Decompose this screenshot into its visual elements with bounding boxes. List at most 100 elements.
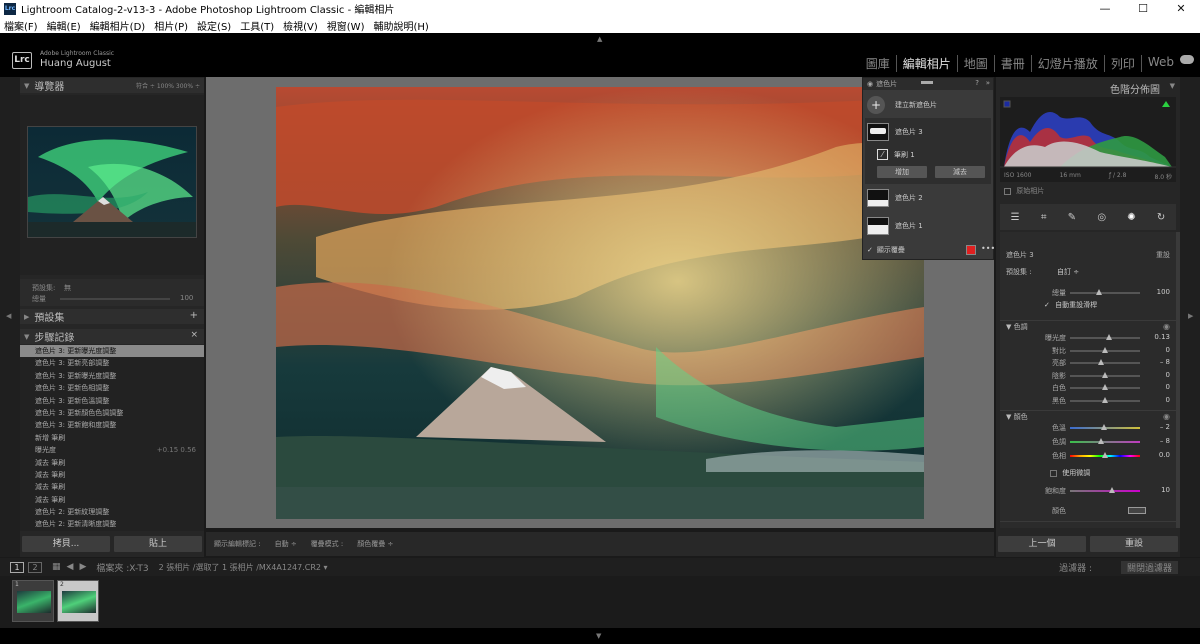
minimize-button[interactable]: —	[1086, 0, 1124, 17]
slider-thumb[interactable]	[1105, 334, 1112, 340]
right-panel-toggle-icon[interactable]: ▶	[1188, 312, 1193, 320]
presets-icon[interactable]: ↻	[1157, 212, 1165, 223]
show-edit-pins-dropdown[interactable]: 自動 ÷	[275, 539, 297, 549]
slider-thumb[interactable]	[1102, 371, 1108, 378]
slider-track[interactable]	[1070, 490, 1140, 492]
right-panel-scrollbar[interactable]	[1176, 232, 1180, 528]
history-item[interactable]: 遮色片 3: 更新曝光度調整	[20, 370, 204, 382]
checkbox-checked-icon[interactable]: ✓	[1044, 301, 1050, 309]
color-swatch[interactable]	[1128, 507, 1146, 514]
menu-window[interactable]: 視窗(W)	[327, 18, 365, 33]
slider-value[interactable]: – 2	[1160, 423, 1170, 431]
slider-thumb[interactable]	[1102, 396, 1108, 403]
history-header[interactable]: ▼ 步驟記錄 ×	[20, 329, 204, 344]
history-item[interactable]: 減去 筆刷	[20, 481, 204, 493]
original-photo-toggle[interactable]: 原始相片	[1004, 186, 1044, 196]
history-item[interactable]: 遮色片 3: 更新亮部調整	[20, 357, 204, 369]
slider-value[interactable]: 100	[1157, 288, 1170, 296]
slider-value[interactable]: 0.0	[1159, 451, 1170, 459]
collapse-panel-icon[interactable]: »	[986, 79, 990, 87]
add-preset-icon[interactable]: +	[190, 310, 198, 321]
drag-handle[interactable]	[921, 81, 933, 84]
presets-header[interactable]: ▶ 預設集 +	[20, 309, 204, 324]
crop-icon[interactable]: ⌗	[1041, 212, 1047, 223]
use-fine-row[interactable]: 使用微調	[1050, 468, 1090, 478]
forward-arrow-icon[interactable]: ▶	[79, 562, 86, 572]
slider-value[interactable]: – 8	[1160, 437, 1170, 445]
history-item[interactable]: 遮色片 3: 更新色溫調整	[20, 395, 204, 407]
view-2-button[interactable]: 2	[28, 561, 42, 573]
checkbox-unchecked-icon[interactable]	[1004, 187, 1011, 195]
module-map[interactable]: 地圖	[958, 55, 995, 72]
history-item[interactable]: 減去 筆刷	[20, 469, 204, 481]
mask-item-2[interactable]: 遮色片 2	[867, 189, 923, 207]
tone-header[interactable]: ▼ 色調	[1006, 322, 1028, 332]
history-item[interactable]: 減去 筆刷	[20, 494, 204, 506]
maximize-button[interactable]: ☐	[1124, 0, 1162, 17]
masking-icon[interactable]: ✺	[1127, 212, 1135, 223]
auto-reset-row[interactable]: ✓ 自動重設滑桿	[1044, 300, 1097, 310]
filmstrip-thumb-selected[interactable]: 2	[57, 580, 99, 622]
mask-preset-dropdown[interactable]: 自訂 ÷	[1057, 267, 1079, 277]
close-button[interactable]: ✕	[1162, 0, 1200, 17]
red-eye-icon[interactable]: ◎	[1097, 212, 1106, 223]
history-item[interactable]: 遮色片 2: 更新紋理調整	[20, 506, 204, 518]
history-item[interactable]: 曝光度 +0.15 0.56	[20, 444, 204, 456]
navigator-header[interactable]: ▼ 導覽器 符合 ÷ 100% 300% ÷	[20, 78, 204, 93]
menu-help[interactable]: 輔助說明(H)	[373, 18, 428, 33]
history-item[interactable]: 遮色片 3: 更新色相調整	[20, 382, 204, 394]
mask-reset-link[interactable]: 重設	[1156, 250, 1170, 260]
brush-item-1[interactable]: ⁄ 筆刷 1	[877, 149, 915, 160]
module-web[interactable]: Web	[1142, 55, 1180, 72]
slider-value[interactable]: 0	[1166, 396, 1170, 404]
checkbox-checked-icon[interactable]: ✓	[867, 246, 873, 254]
slider-value[interactable]: 0	[1166, 346, 1170, 354]
color-header[interactable]: ▼ 顏色	[1006, 412, 1028, 422]
module-slideshow[interactable]: 幻燈片播放	[1032, 55, 1105, 72]
slider-value[interactable]: 0	[1166, 383, 1170, 391]
clear-history-icon[interactable]: ×	[190, 330, 198, 340]
preset-amount-slider[interactable]	[60, 298, 170, 300]
menu-photo[interactable]: 相片(P)	[154, 18, 188, 33]
grid-view-icon[interactable]: ▦	[52, 562, 61, 572]
menu-view[interactable]: 檢視(V)	[283, 18, 318, 33]
more-options-icon[interactable]: •••	[981, 244, 995, 253]
selection-info[interactable]: 2 張相片 /選取了 1 張相片 /MX4A1247.CR2 ▾	[159, 562, 328, 573]
slider-thumb[interactable]	[1097, 438, 1104, 444]
copy-button[interactable]: 拷貝...	[22, 536, 110, 552]
history-item[interactable]: 遮色片 3: 更新曝光度調整	[20, 345, 204, 358]
mask-item-1[interactable]: 遮色片 1	[867, 217, 923, 235]
slider-track[interactable]	[1070, 441, 1140, 443]
filmstrip-toggle-icon[interactable]: ▼	[596, 632, 601, 640]
slider-thumb[interactable]	[1102, 346, 1108, 353]
eye-icon[interactable]: ◉	[1163, 322, 1170, 331]
create-new-mask-row[interactable]: + 建立新遮色片	[867, 96, 937, 114]
edit-sliders-icon[interactable]: ☰	[1011, 212, 1020, 223]
module-develop[interactable]: 編輯相片	[897, 55, 958, 72]
histogram-header[interactable]: 色階分佈圖 ▼	[996, 78, 1180, 96]
main-photo[interactable]	[276, 87, 924, 519]
slider-track[interactable]	[1070, 292, 1140, 294]
mask-item-3[interactable]: 遮色片 3	[867, 123, 923, 141]
slider-thumb[interactable]	[1109, 487, 1115, 493]
paste-button[interactable]: 貼上	[114, 536, 202, 552]
slider-thumb[interactable]	[1102, 384, 1108, 390]
reset-button[interactable]: 重設	[1090, 536, 1178, 552]
slider-value[interactable]: 0.13	[1154, 333, 1170, 341]
history-item[interactable]: 遮色片 3: 更新顏色色調調整	[20, 407, 204, 419]
left-panel-toggle-icon[interactable]: ◀	[6, 312, 11, 320]
show-overlay-row[interactable]: ✓ 顯示覆疊	[867, 245, 905, 255]
filmstrip-thumb[interactable]: 1	[12, 580, 54, 622]
overlay-color-swatch[interactable]	[966, 245, 976, 255]
source-folder[interactable]: 檔案夾 :X-T3	[96, 561, 148, 574]
module-library[interactable]: 圖庫	[860, 55, 897, 72]
menu-file[interactable]: 檔案(F)	[4, 18, 38, 33]
subtract-from-mask-button[interactable]: 減去	[935, 166, 985, 178]
slider-thumb[interactable]	[1097, 359, 1104, 365]
overlay-mode-dropdown[interactable]: 顏色覆疊 ÷	[357, 539, 393, 549]
menu-settings[interactable]: 設定(S)	[197, 18, 231, 33]
eye-icon[interactable]: ◉	[1163, 412, 1170, 421]
menu-develop[interactable]: 編輯相片(D)	[90, 18, 146, 33]
view-1-button[interactable]: 1	[10, 561, 24, 573]
navigator-zoom-options[interactable]: 符合 ÷ 100% 300% ÷	[136, 81, 200, 90]
